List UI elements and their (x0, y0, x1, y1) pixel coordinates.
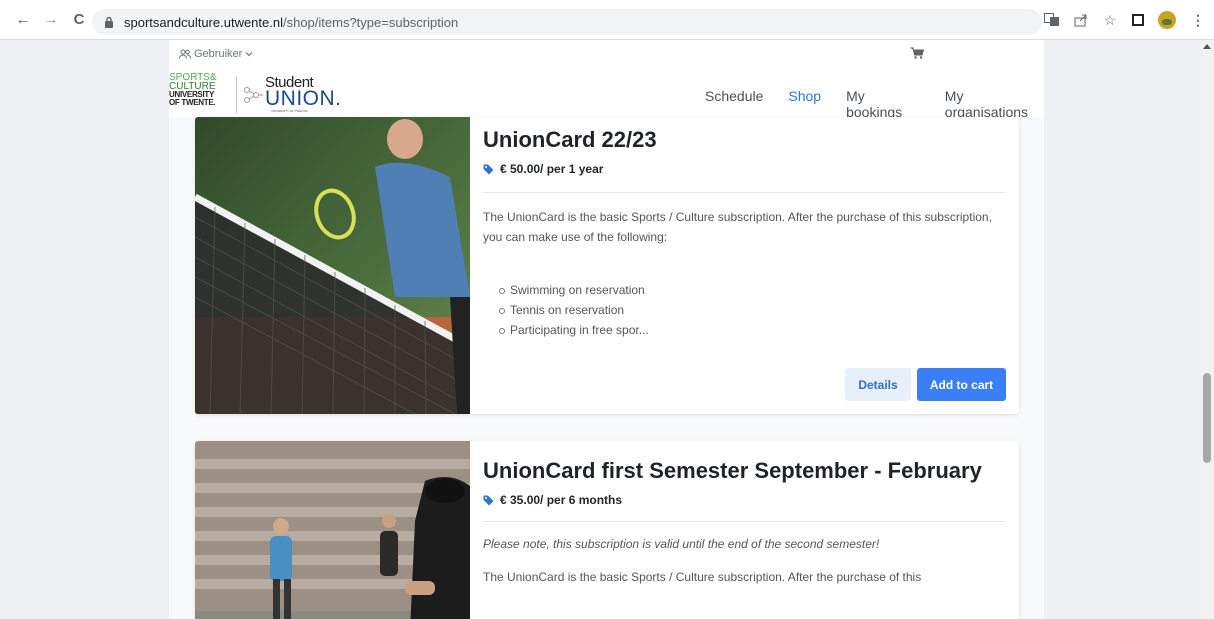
product-title[interactable]: UnionCard 22/23 (483, 126, 1005, 154)
tennis-product-image (195, 117, 470, 414)
browser-toolbar: ← → C sportsandculture.utwente.nl/shop/i… (0, 0, 1214, 40)
url-path: /shop/items?type=subscription (282, 14, 459, 30)
list-item: Tennis on reservation (499, 300, 1005, 320)
product-price: € 35.00/ per 6 months (483, 493, 1005, 507)
menu-icon[interactable]: ⋮ (1190, 12, 1206, 29)
share-icon[interactable] (1074, 13, 1088, 27)
logo-twente-text: OF TWENTE. (169, 98, 216, 107)
lock-icon (105, 16, 113, 28)
address-bar[interactable]: sportsandculture.utwente.nl/shop/items?t… (92, 9, 1042, 35)
extension-icon[interactable] (1132, 14, 1144, 26)
user-label: Gebruiker (194, 48, 243, 60)
translate-icon[interactable] (1044, 13, 1060, 27)
bookmark-star-icon[interactable]: ☆ (1102, 12, 1118, 29)
product-price: € 50.00/ per 1 year (483, 162, 1005, 176)
back-icon[interactable]: ← (12, 9, 34, 31)
scrollbar-thumb[interactable] (1203, 373, 1211, 463)
fitness-product-image (195, 441, 470, 619)
product-description: The UnionCard is the basic Sports / Cult… (483, 570, 922, 584)
product-card: UnionCard first Semester September - Feb… (195, 441, 1019, 619)
user-menu[interactable]: Gebruiker (179, 48, 253, 60)
reload-icon[interactable]: C (68, 9, 90, 31)
union-nodes-icon (244, 87, 263, 103)
details-button[interactable]: Details (845, 368, 911, 401)
forward-icon[interactable]: → (40, 9, 62, 31)
price-tag-icon (483, 164, 494, 174)
add-to-cart-button[interactable]: Add to cart (917, 368, 1006, 401)
product-title[interactable]: UnionCard first Semester September - Feb… (483, 457, 1005, 485)
nav-my-bookings[interactable]: My bookings (846, 88, 920, 120)
list-item: Participating in free spor... (499, 320, 1005, 340)
main-navigation: Schedule Shop My bookings My organisatio… (705, 88, 1044, 120)
divider (483, 192, 1005, 193)
product-price-text: € 35.00/ per 6 months (500, 493, 623, 507)
logo-union-subtext: UNIVERSITY OF TWENTE (271, 109, 308, 113)
student-union-logo[interactable]: Student UNION. UNIVERSITY OF TWENTE (243, 74, 341, 114)
site-header: Gebruiker SPORTS& CULTURE UNIVERSITY OF … (169, 40, 1044, 120)
divider (483, 521, 1005, 522)
nav-schedule[interactable]: Schedule (705, 88, 763, 120)
list-item: Swimming on reservation (499, 280, 1005, 300)
product-card: UnionCard 22/23 € 50.00/ per 1 year The … (195, 117, 1019, 414)
users-icon (179, 49, 191, 59)
feature-list: Swimming on reservation Tennis on reserv… (499, 280, 1005, 340)
product-description: The UnionCard is the basic Sports / Cult… (483, 210, 992, 244)
page-container: Gebruiker SPORTS& CULTURE UNIVERSITY OF … (169, 40, 1044, 619)
product-body: UnionCard 22/23 € 50.00/ per 1 year The … (483, 117, 1005, 340)
product-note: Please note, this subscription is valid … (483, 537, 880, 551)
product-body: UnionCard first Semester September - Feb… (483, 441, 1005, 587)
cart-icon[interactable] (910, 47, 924, 59)
profile-avatar-icon[interactable] (1158, 11, 1176, 29)
url-domain: sportsandculture.utwente.nl (124, 14, 283, 30)
logo-union-text: UNION. (265, 87, 342, 110)
product-price-text: € 50.00/ per 1 year (500, 162, 604, 176)
scroll-up-icon[interactable] (1203, 44, 1211, 49)
nav-my-organisations[interactable]: My organisations (945, 88, 1044, 120)
chevron-down-icon (245, 52, 253, 57)
price-tag-icon (483, 495, 494, 505)
page-scrollbar[interactable] (1200, 40, 1214, 619)
sports-culture-logo[interactable]: SPORTS& CULTURE UNIVERSITY OF TWENTE. (169, 73, 231, 107)
logo-divider (236, 76, 237, 114)
nav-shop[interactable]: Shop (788, 88, 821, 120)
